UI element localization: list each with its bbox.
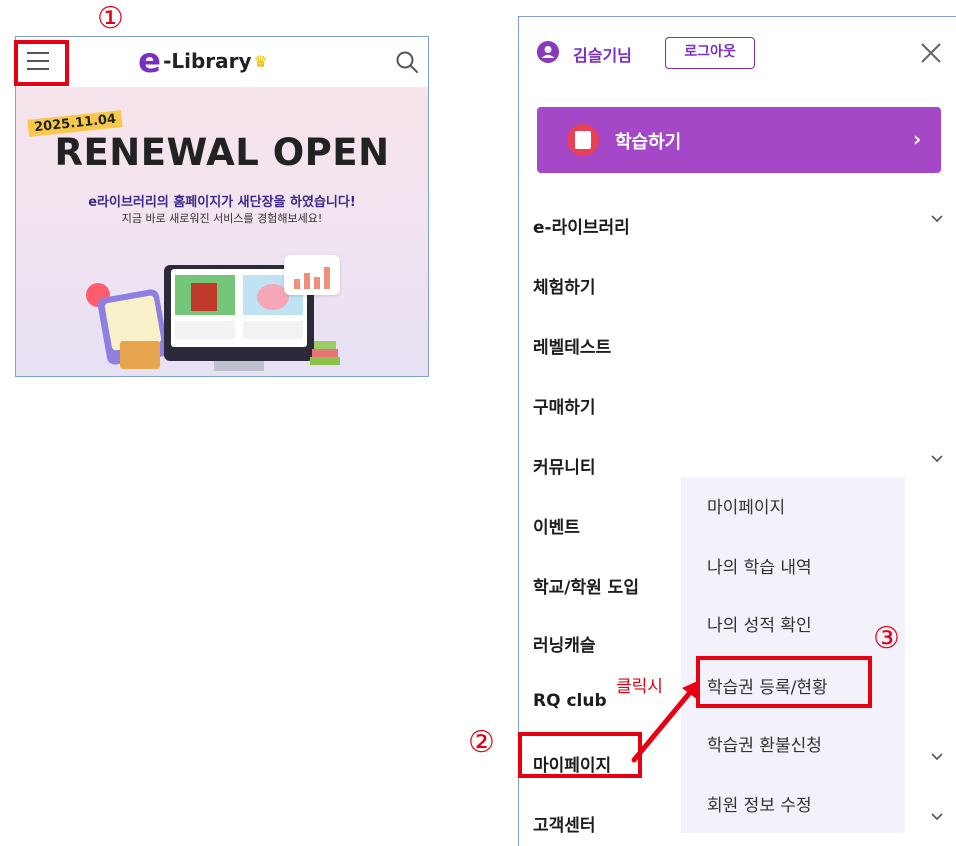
monitor-stand-illustration xyxy=(214,361,264,371)
chevron-down-icon[interactable] xyxy=(929,211,945,227)
mypage-submenu: 마이페이지 나의 학습 내역 나의 성적 확인 학습권 등록/현황 학습권 환불… xyxy=(681,477,905,833)
banner-subtitle: e라이브러리의 홈페이지가 새단장을 하였습니다! xyxy=(88,195,356,210)
nav-item-learning-castle[interactable]: 러닝캐슬 xyxy=(533,631,596,656)
books-illustration xyxy=(310,341,340,365)
mobile-home-screen: e -Library ♛ 2025.11.04 RENEWAL OPEN e라이… xyxy=(15,36,429,377)
step1-number: ① xyxy=(97,1,124,36)
banner-title: RENEWAL OPEN xyxy=(54,131,390,174)
nav-item-purchase[interactable]: 구매하기 xyxy=(533,393,596,418)
step2-number: ② xyxy=(468,725,495,760)
study-button-label: 학습하기 xyxy=(615,132,682,153)
renewal-banner[interactable]: 2025.11.04 RENEWAL OPEN e라이브러리의 홈페이지가 새단… xyxy=(16,87,428,376)
e-library-logo[interactable]: e -Library ♛ xyxy=(138,41,268,81)
study-button[interactable]: 학습하기 › xyxy=(537,107,941,173)
submenu-item-mypage[interactable]: 마이페이지 xyxy=(707,493,785,518)
user-name: 김슬기님 xyxy=(573,46,632,65)
folder-illustration xyxy=(120,341,160,369)
nav-item-experience[interactable]: 체험하기 xyxy=(533,273,596,298)
arrow-annotation-icon xyxy=(631,680,700,763)
chart-card-illustration xyxy=(284,255,340,295)
nav-item-customer-center[interactable]: 고객센터 xyxy=(533,811,596,836)
nav-item-event[interactable]: 이벤트 xyxy=(533,513,580,538)
nav-item-rq-club[interactable]: RQ club xyxy=(533,691,607,711)
side-menu-panel: 김슬기님 로그아웃 학습하기 › e-라이브러리 체험하기 레벨테스트 구매하기… xyxy=(518,16,956,846)
banner-description: 지금 바로 새로워진 서비스를 경험해보세요! xyxy=(121,212,323,225)
chevron-down-icon[interactable] xyxy=(929,749,945,765)
chevron-down-icon[interactable] xyxy=(929,451,945,467)
step2-highlight-box xyxy=(518,732,642,778)
nav-item-school-academy[interactable]: 학교/학원 도입 xyxy=(533,573,639,598)
submenu-item-edit-profile[interactable]: 회원 정보 수정 xyxy=(707,791,812,816)
submenu-item-study-history[interactable]: 나의 학습 내역 xyxy=(707,553,812,578)
step1-highlight-box xyxy=(14,40,69,86)
chevron-down-icon[interactable] xyxy=(929,809,945,825)
step3-number: ③ xyxy=(873,621,900,656)
search-icon[interactable] xyxy=(394,49,420,75)
logout-button[interactable]: 로그아웃 xyxy=(665,37,755,69)
submenu-item-grade-check[interactable]: 나의 성적 확인 xyxy=(707,611,812,636)
nav-item-e-library[interactable]: e-라이브러리 xyxy=(533,213,630,238)
close-icon[interactable] xyxy=(917,39,945,67)
user-icon xyxy=(537,41,559,63)
logo-letter: e xyxy=(138,41,162,81)
nav-item-community[interactable]: 커뮤니티 xyxy=(533,453,596,478)
nav-item-level-test[interactable]: 레벨테스트 xyxy=(533,333,611,358)
site-header: e -Library ♛ xyxy=(16,37,428,87)
step3-highlight-box xyxy=(696,656,872,708)
chevron-right-icon: › xyxy=(913,127,922,151)
submenu-item-pass-refund[interactable]: 학습권 환불신청 xyxy=(707,731,822,756)
crown-icon: ♛ xyxy=(253,51,268,71)
logo-text: -Library xyxy=(163,49,252,73)
